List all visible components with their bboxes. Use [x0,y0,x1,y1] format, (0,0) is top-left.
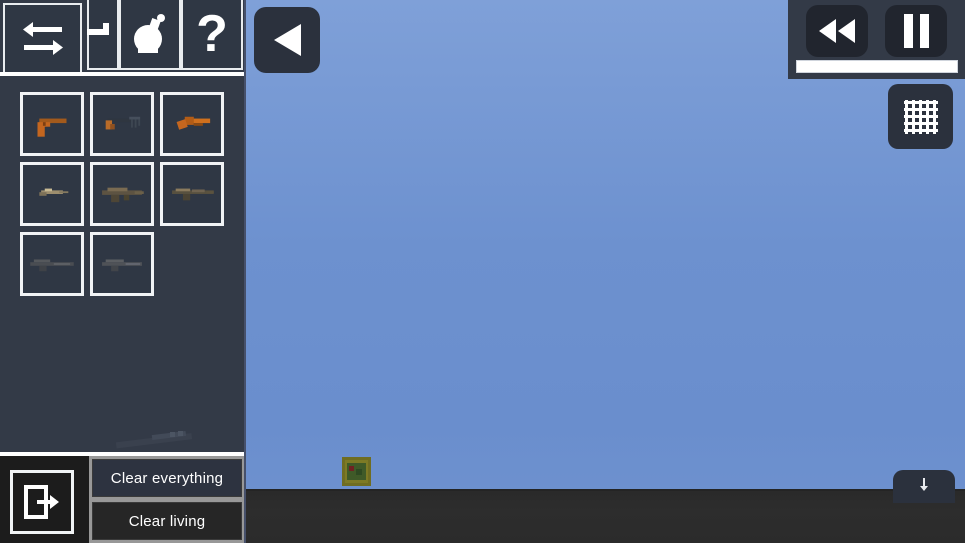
pause-icon [903,14,929,48]
weapon-inventory-grid [20,92,230,296]
inventory-slot-submachine-gun[interactable] [90,92,154,156]
help-tool-button[interactable]: ? [181,0,243,70]
inventory-slot-sawed-off-shotgun[interactable] [160,92,224,156]
toolbar-underline-left [0,72,88,76]
pistol [37,118,67,137]
battle-rifle [172,188,214,201]
pause-button[interactable] [885,5,947,57]
crate-detail-green [356,469,362,475]
sidebar: ? Clear everything Clear living [0,0,246,543]
arrow-tool-button[interactable] [87,0,119,70]
grenade-tool-button[interactable] [119,0,181,70]
clear-living-button[interactable]: Clear living [92,502,242,540]
question-mark-icon: ? [196,5,228,63]
inventory-slot-battle-rifle[interactable] [160,162,224,226]
sniper-rifle [30,259,74,272]
dragged-weapon-preview[interactable] [112,428,200,450]
sidebar-toolbar: ? [0,0,245,78]
inventory-slot-sniper-rifle[interactable] [20,232,84,296]
dragged-rifle [115,430,193,449]
anchor-down-icon [920,478,928,491]
exit-button[interactable] [10,470,74,534]
timeline-scrubber[interactable] [796,60,958,73]
clear-actions-panel: Clear everything Clear living [89,456,245,543]
grid-toggle-button[interactable] [888,84,953,149]
triangle-left-icon [274,24,301,56]
back-button[interactable] [254,7,320,73]
grid-icon [903,99,938,134]
inventory-slot-assault-rifle[interactable] [90,162,154,226]
inventory-slot-machine-pistol[interactable] [20,162,84,226]
bottom-tray-handle[interactable] [893,470,955,503]
spawned-crate-entity[interactable] [342,457,371,486]
machine-pistol [39,188,69,196]
assault-rifle [102,187,144,203]
submachine-gun [105,116,141,130]
crate-detail-red [349,466,354,471]
sawed-off-shotgun [176,116,211,130]
swap-arrows-icon [22,22,63,55]
exit-door-icon [24,485,59,519]
carbine [102,259,142,272]
playback-panel [788,0,965,79]
inventory-slot-carbine[interactable] [90,232,154,296]
game-screen: ? Clear everything Clear living [0,0,965,543]
inventory-slot-pistol[interactable] [20,92,84,156]
toolbar-underline-right [88,72,245,76]
rewind-icon [819,19,855,43]
sidebar-edge [244,0,246,543]
clear-everything-button[interactable]: Clear everything [92,459,242,497]
arrow-right-icon [87,23,109,35]
grenade-icon [134,14,165,53]
swap-tool-button[interactable] [3,3,82,75]
rewind-button[interactable] [806,5,868,57]
